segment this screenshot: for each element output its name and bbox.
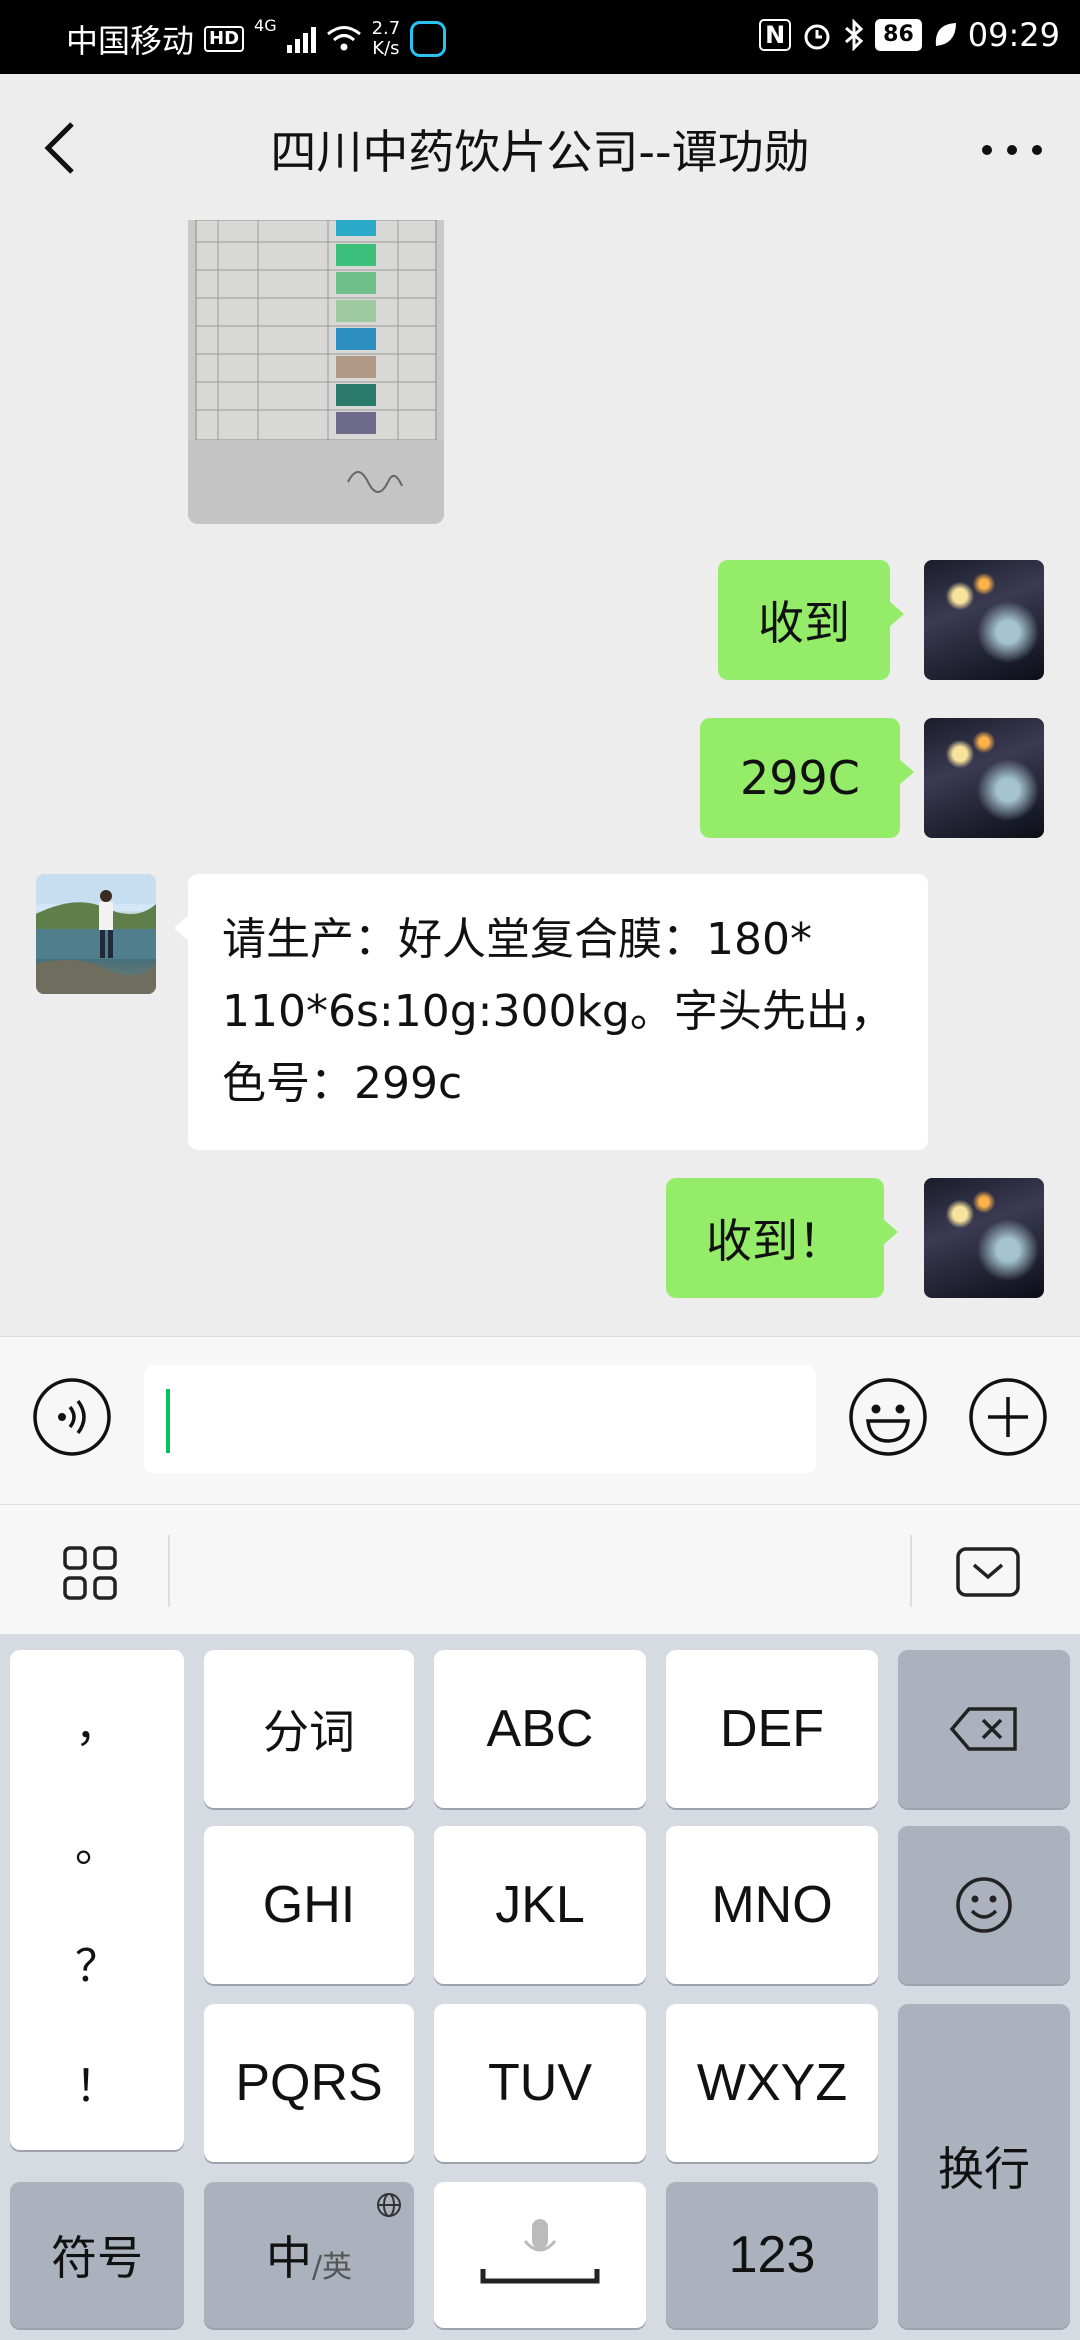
sent-message-bubble[interactable]: 收到 [718,560,904,680]
chat-header: 四川中药饮片公司--谭功勋 [0,74,1080,220]
numbers-key[interactable]: 123 [666,2182,878,2328]
key-abc[interactable]: ABC [434,1650,646,1808]
key-wxyz[interactable]: WXYZ [666,2004,878,2162]
globe-icon [377,2193,401,2217]
message-input[interactable] [144,1365,816,1473]
segment-key[interactable]: 分词 [204,1650,414,1808]
bluetooth-icon [845,19,864,51]
message-text: 收到 [758,596,850,650]
contact-avatar[interactable] [36,874,156,994]
toolbar-divider [910,1535,912,1607]
lang-sub-label: /英 [311,2250,353,2285]
speed-unit: K/s [372,38,400,59]
smiley-icon [956,1877,1012,1933]
plus-icon[interactable] [968,1377,1048,1457]
alarm-icon [804,24,830,50]
my-avatar[interactable] [924,718,1044,838]
status-bar: 中国移动 HD 4G 2.7 K/s N 86 09:29 [0,0,1080,74]
more-options-icon[interactable] [982,130,1042,170]
key-pqrs[interactable]: PQRS [204,2004,414,2162]
speed-value: 2.7 [371,18,401,39]
signal-icon [286,25,316,53]
lang-main-label: 中 [265,2231,312,2285]
space-key[interactable] [434,2182,646,2328]
status-right: N 86 09:29 [759,16,1060,54]
punctuation-column[interactable]: ， 。 ？ ！ [10,1650,184,2150]
toolbar-divider [168,1535,170,1607]
microphone-space-icon [480,2219,600,2284]
leaf-icon [935,23,956,46]
key-jkl[interactable]: JKL [434,1826,646,1984]
message-line: 110*6s:10g:300kg。字头先出， [222,986,894,1037]
backspace-key[interactable] [898,1650,1070,1808]
carrier-label: 中国移动 [66,22,195,60]
message-line: 请生产：好人堂复合膜：180* [222,914,812,965]
text-caret [166,1389,170,1453]
my-avatar[interactable] [924,1178,1044,1298]
message-text: 收到！ [706,1214,844,1268]
backspace-icon [949,1707,1017,1751]
received-message-bubble[interactable]: 请生产：好人堂复合膜：180* 110*6s:10g:300kg。字头先出， 色… [174,874,928,1150]
key-mno[interactable]: MNO [666,1826,878,1984]
clock: 09:29 [967,16,1060,54]
hd-badge: HD [204,26,245,52]
punct-period-key[interactable]: 。 [10,1810,184,1874]
emoji-icon[interactable] [848,1377,928,1457]
punct-question-key[interactable]: ？ [10,1930,184,1994]
image-message[interactable] [188,220,444,524]
key-def[interactable]: DEF [666,1650,878,1808]
nfc-icon: N [759,19,792,51]
enter-key[interactable]: 换行 [898,2004,1070,2328]
network-speed: 2.7 K/s [372,19,401,59]
message-input-bar [0,1336,1080,1504]
status-left: 中国移动 HD 4G 2.7 K/s [66,16,447,62]
key-ghi[interactable]: GHI [204,1826,414,1984]
message-line: 色号：299c [222,1058,463,1109]
message-list[interactable]: 收到 299C 请生产：好人堂复合膜：180* 110*6s:10g:300kg… [0,220,1080,1336]
key-tuv[interactable]: TUV [434,2004,646,2162]
keyboard-menu-icon[interactable] [62,1545,118,1601]
voice-input-icon[interactable] [32,1377,112,1457]
battery-indicator: 86 [875,19,922,51]
punct-exclaim-key[interactable]: ！ [10,2050,184,2114]
hide-keyboard-icon[interactable] [956,1547,1020,1597]
punct-comma-key[interactable]: ， [10,1690,184,1754]
my-avatar[interactable] [924,560,1044,680]
wifi-icon [326,26,361,51]
network-type: 4G [254,16,277,35]
keyboard-toolbar [0,1504,1080,1634]
pinyin-keyboard: ， 。 ？ ！ 分词 ABC DEF GHI JKL MNO PQRS TUV … [0,1634,1080,2340]
sent-message-bubble[interactable]: 收到！ [666,1178,898,1298]
message-text: 299C [740,751,860,805]
table-photo-image [188,220,444,524]
symbols-key[interactable]: 符号 [10,2182,184,2328]
person-photo-image [36,874,156,994]
emoji-key[interactable] [898,1826,1070,1984]
sent-message-bubble[interactable]: 299C [700,718,914,838]
app-notification-icon [410,21,447,57]
language-switch-key[interactable]: 中/英 [204,2182,414,2328]
chat-title: 四川中药饮片公司--谭功勋 [270,125,810,179]
